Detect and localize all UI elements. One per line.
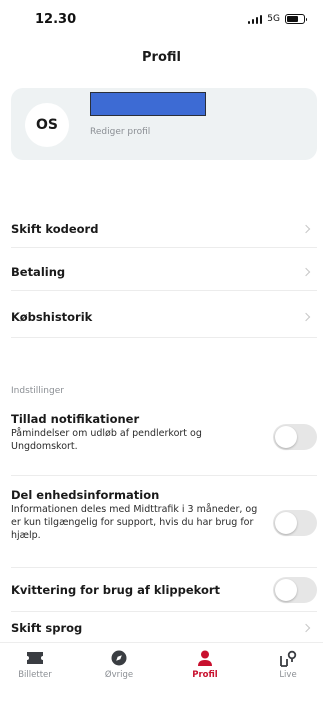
menu-item-label: Betaling (11, 264, 66, 279)
clip-card-receipt-toggle[interactable] (273, 577, 317, 603)
chevron-right-icon (301, 623, 311, 633)
tab-tickets[interactable]: Billetter (0, 649, 70, 680)
chevron-right-icon (301, 267, 311, 276)
tab-label: Live (279, 670, 297, 680)
menu-item-change-language[interactable]: Skift sprog (11, 614, 317, 642)
battery-icon (285, 14, 307, 24)
tab-label: Profil (192, 670, 218, 680)
menu-item-change-password[interactable]: Skift kodeord (11, 210, 317, 248)
signal-icon (247, 14, 263, 24)
setting-description: Påmindelser om udløb af pendlerkort og U… (11, 428, 202, 452)
menu-item-purchase-history[interactable]: Købshistorik (11, 296, 317, 338)
tab-live[interactable]: Live (253, 649, 323, 680)
setting-title: Del enhedsinformation (11, 488, 160, 502)
menu-item-label: Købshistorik (11, 309, 93, 324)
profile-card[interactable]: OS Rediger profil (11, 88, 317, 160)
avatar: OS (25, 103, 69, 147)
profile-icon (197, 649, 213, 667)
status-bar: 12.30 5G (0, 0, 323, 44)
live-map-icon (279, 649, 297, 667)
ticket-icon (26, 649, 44, 667)
tab-label: Billetter (18, 670, 52, 680)
tab-other[interactable]: Øvrige (84, 649, 154, 680)
status-time: 12.30 (35, 12, 77, 27)
setting-notifications: Tillad notifikationer Påmindelser om udl… (11, 412, 317, 476)
tab-bar: Billetter Øvrige Profil Live (0, 642, 323, 702)
notifications-toggle[interactable] (273, 424, 317, 450)
device-info-toggle[interactable] (273, 510, 317, 536)
setting-clip-card-receipt: Kvittering for brug af klippekort (11, 568, 317, 612)
edit-profile-link[interactable]: Rediger profil (90, 127, 150, 137)
redacted-name (90, 92, 206, 116)
chevron-right-icon (301, 224, 311, 233)
setting-device-info: Del enhedsinformation Informationen dele… (11, 488, 317, 568)
menu-item-payment[interactable]: Betaling (11, 253, 317, 291)
compass-icon (111, 649, 127, 667)
setting-title: Kvittering for brug af klippekort (11, 582, 221, 597)
menu-item-label: Skift kodeord (11, 221, 99, 236)
setting-description: Informationen deles med Midttrafik i 3 m… (11, 504, 258, 541)
section-title-settings: Indstillinger (11, 386, 64, 396)
tab-label: Øvrige (104, 670, 134, 680)
tab-profile[interactable]: Profil (170, 649, 240, 680)
chevron-right-icon (301, 312, 311, 321)
status-indicators: 5G (247, 14, 307, 24)
network-type: 5G (267, 14, 280, 24)
menu-item-label: Skift sprog (11, 621, 83, 635)
page-title: Profil (142, 50, 181, 65)
setting-title: Tillad notifikationer (11, 412, 140, 426)
